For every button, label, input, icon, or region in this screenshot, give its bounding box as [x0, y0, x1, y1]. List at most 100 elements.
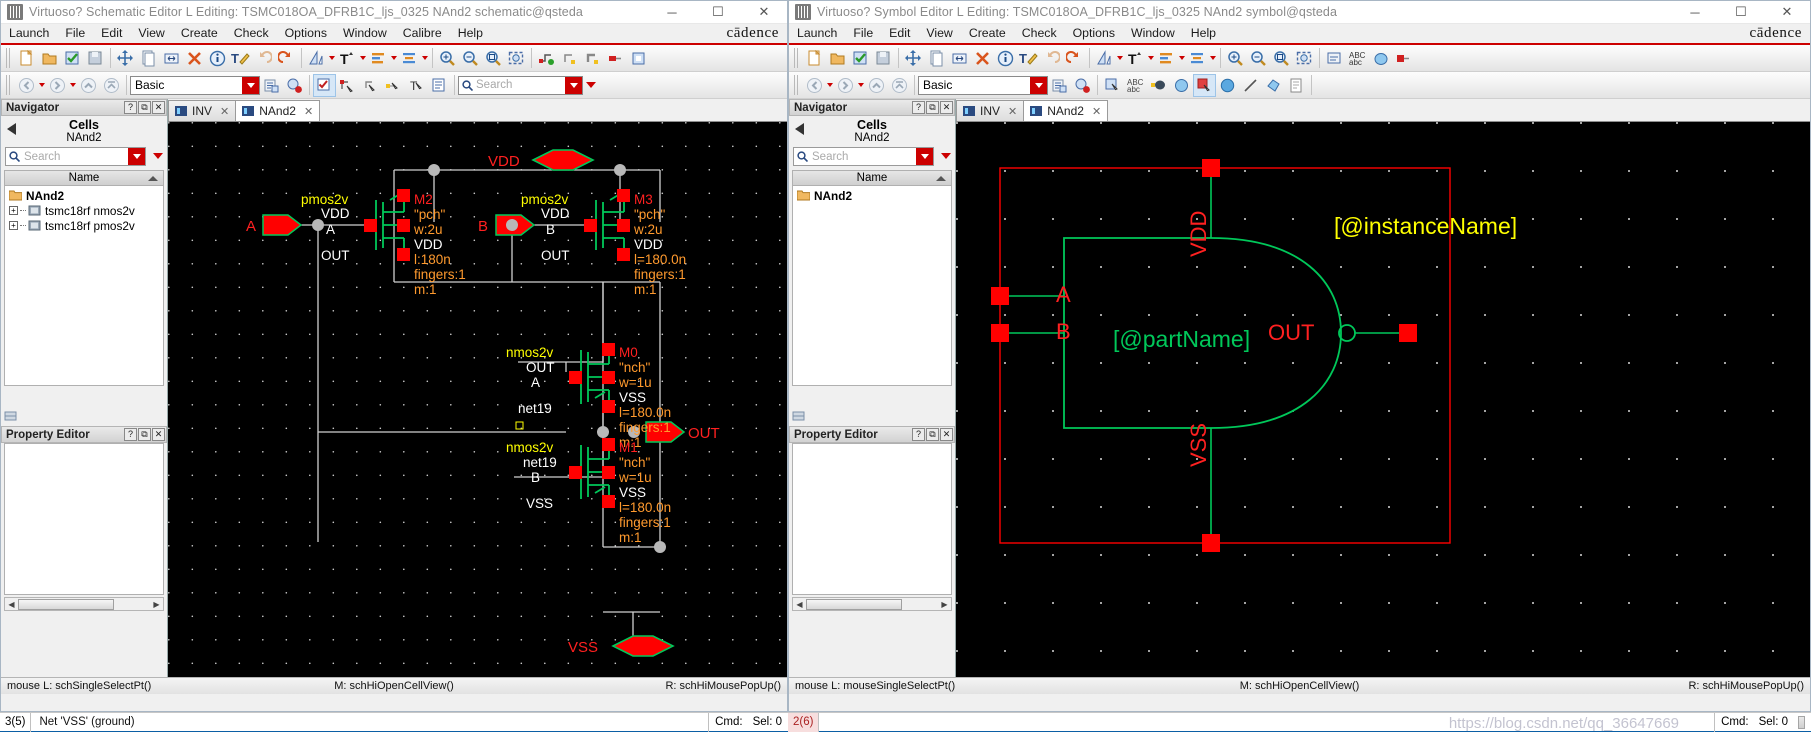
menu-help[interactable]: Help	[1183, 24, 1224, 43]
property-editor-hscrollbar[interactable]: ◀ ▶	[4, 597, 164, 611]
select-instance-icon[interactable]	[359, 74, 382, 97]
delete-icon[interactable]	[183, 47, 206, 70]
tab-close-icon[interactable]: ✕	[304, 105, 313, 118]
symbol-svg[interactable]: A B OUT VDD VSS [@partName] [@instanceNa…	[956, 122, 1810, 682]
circle-tool-icon[interactable]	[1216, 74, 1239, 97]
right-window-controls[interactable]: ─ ☐ ✕	[1672, 1, 1810, 24]
menu-file[interactable]: File	[57, 24, 93, 43]
schematic-drawing-canvas[interactable]: VDD VSS A B OUT pmos2v VDD A OUT M2 "pch…	[168, 122, 787, 682]
menu-calibre[interactable]: Calibre	[395, 24, 450, 43]
search-input[interactable]: Search	[458, 75, 583, 95]
schematic-canvas-area[interactable]: INV ✕ NAnd2 ✕ VDD VSS A B OUT pmos2v VDD…	[168, 99, 787, 682]
distribute-icon[interactable]	[398, 47, 421, 70]
tab-close-icon[interactable]: ✕	[220, 105, 229, 118]
clear-config-icon[interactable]	[283, 74, 306, 97]
forward-caret[interactable]	[857, 74, 865, 97]
sort-ascending-icon[interactable]	[936, 176, 946, 181]
menu-view[interactable]: View	[918, 24, 960, 43]
zoom-selection-icon[interactable]	[1270, 47, 1293, 70]
expand-icon[interactable]: +	[9, 221, 18, 230]
add-label-icon[interactable]	[1323, 47, 1346, 70]
navigator-close-button[interactable]: ✕	[152, 101, 165, 114]
move-icon[interactable]	[902, 47, 925, 70]
text-edit-icon[interactable]: T	[1017, 47, 1040, 70]
open-folder-icon[interactable]	[826, 47, 849, 70]
open-folder-icon[interactable]	[38, 47, 61, 70]
navigator-close-button[interactable]: ✕	[940, 101, 953, 114]
property-editor-body[interactable]	[792, 443, 952, 595]
abc-label-icon[interactable]: ABC abc	[1124, 74, 1147, 97]
menu-view[interactable]: View	[130, 24, 172, 43]
tree-item-pmos2v[interactable]: + tsmc18rf pmos2v	[5, 218, 163, 233]
select-text-icon[interactable]: T	[405, 74, 428, 97]
select-all-icon[interactable]	[428, 74, 451, 97]
pin-shape-icon[interactable]	[1147, 74, 1170, 97]
new-file-icon[interactable]	[803, 47, 826, 70]
back-icon[interactable]	[803, 74, 826, 97]
property-editor-help-button[interactable]: ?	[912, 428, 925, 441]
note-tool-icon[interactable]	[1285, 74, 1308, 97]
tab-inv[interactable]: INV ✕	[956, 100, 1025, 121]
redo-icon[interactable]	[1063, 47, 1086, 70]
tab-close-icon[interactable]: ✕	[1008, 105, 1017, 118]
tab-nand2[interactable]: NAnd2 ✕	[235, 100, 321, 121]
menu-launch[interactable]: Launch	[1, 24, 57, 43]
scroll-thumb[interactable]	[18, 598, 114, 610]
add-pin-icon[interactable]	[604, 47, 627, 70]
flip-icon[interactable]	[305, 47, 328, 70]
resize-grip[interactable]	[1798, 715, 1805, 729]
save-icon[interactable]	[84, 47, 107, 70]
menu-file[interactable]: File	[845, 24, 881, 43]
flip-dropdown-caret[interactable]	[328, 47, 336, 70]
copy-icon[interactable]	[137, 47, 160, 70]
library-combo-caret[interactable]	[242, 76, 259, 94]
select-net-icon[interactable]	[336, 74, 359, 97]
wire-narrow-icon[interactable]	[558, 47, 581, 70]
navigator-footer-icon[interactable]	[792, 408, 806, 422]
copy-icon[interactable]	[925, 47, 948, 70]
navigator-search-caret[interactable]	[916, 148, 933, 165]
zoom-fit-icon[interactable]	[505, 47, 528, 70]
schematic-svg[interactable]: VDD VSS A B OUT pmos2v VDD A OUT M2 "pch…	[168, 122, 787, 682]
navigator-search-input[interactable]: Search	[793, 147, 934, 166]
select-pin-icon[interactable]	[382, 74, 405, 97]
navigator-filter-caret[interactable]	[941, 153, 951, 159]
move-icon[interactable]	[114, 47, 137, 70]
save-config-icon[interactable]	[260, 74, 283, 97]
navigator-footer-icon[interactable]	[4, 408, 18, 422]
symbol-tabbar[interactable]: INV ✕ NAnd2 ✕	[956, 99, 1810, 122]
tab-nand2[interactable]: NAnd2 ✕	[1023, 100, 1109, 121]
top-hierarchy-icon[interactable]	[888, 74, 911, 97]
text-tool-icon[interactable]: T	[1124, 47, 1147, 70]
symbol-canvas-area[interactable]: INV ✕ NAnd2 ✕ A B OUT VDD VSS [@partName…	[956, 99, 1810, 682]
pin-tool-icon[interactable]	[1392, 47, 1415, 70]
scroll-left-arrow[interactable]: ◀	[793, 598, 806, 610]
schematic-editor-window[interactable]: Virtuoso? Schematic Editor L Editing: TS…	[0, 0, 788, 712]
back-caret[interactable]	[38, 74, 46, 97]
maximize-button[interactable]: ☐	[695, 1, 741, 24]
property-editor-hscrollbar[interactable]: ◀ ▶	[792, 597, 952, 611]
navigator-tree[interactable]: NAnd2 + tsmc18rf nmos2v + tsmc18rf pmos2…	[4, 186, 164, 386]
navigator-filter-caret[interactable]	[153, 153, 163, 159]
ellipse-tool-icon[interactable]	[1170, 74, 1193, 97]
top-hierarchy-icon[interactable]	[100, 74, 123, 97]
left-window-controls[interactable]: ─ ☐ ✕	[649, 1, 787, 24]
new-file-icon[interactable]	[15, 47, 38, 70]
shape-tool-icon[interactable]	[1369, 47, 1392, 70]
zoom-out-icon[interactable]	[459, 47, 482, 70]
toolbar-grip[interactable]	[794, 75, 800, 95]
distribute-dropdown-caret[interactable]	[421, 47, 429, 70]
flip-dropdown-caret[interactable]	[1116, 47, 1124, 70]
flip-icon[interactable]	[1093, 47, 1116, 70]
search-options-caret[interactable]	[586, 82, 596, 88]
navigator-float-button[interactable]: ⧉	[138, 101, 151, 114]
delete-icon[interactable]	[971, 47, 994, 70]
property-editor-close-button[interactable]: ✕	[940, 428, 953, 441]
align-left-icon[interactable]	[367, 47, 390, 70]
menu-launch[interactable]: Launch	[789, 24, 845, 43]
property-editor-close-button[interactable]: ✕	[152, 428, 165, 441]
forward-icon[interactable]	[46, 74, 69, 97]
navigator-back-icon[interactable]	[795, 123, 804, 135]
minimize-button[interactable]: ─	[649, 1, 695, 24]
menu-window[interactable]: Window	[335, 24, 395, 43]
